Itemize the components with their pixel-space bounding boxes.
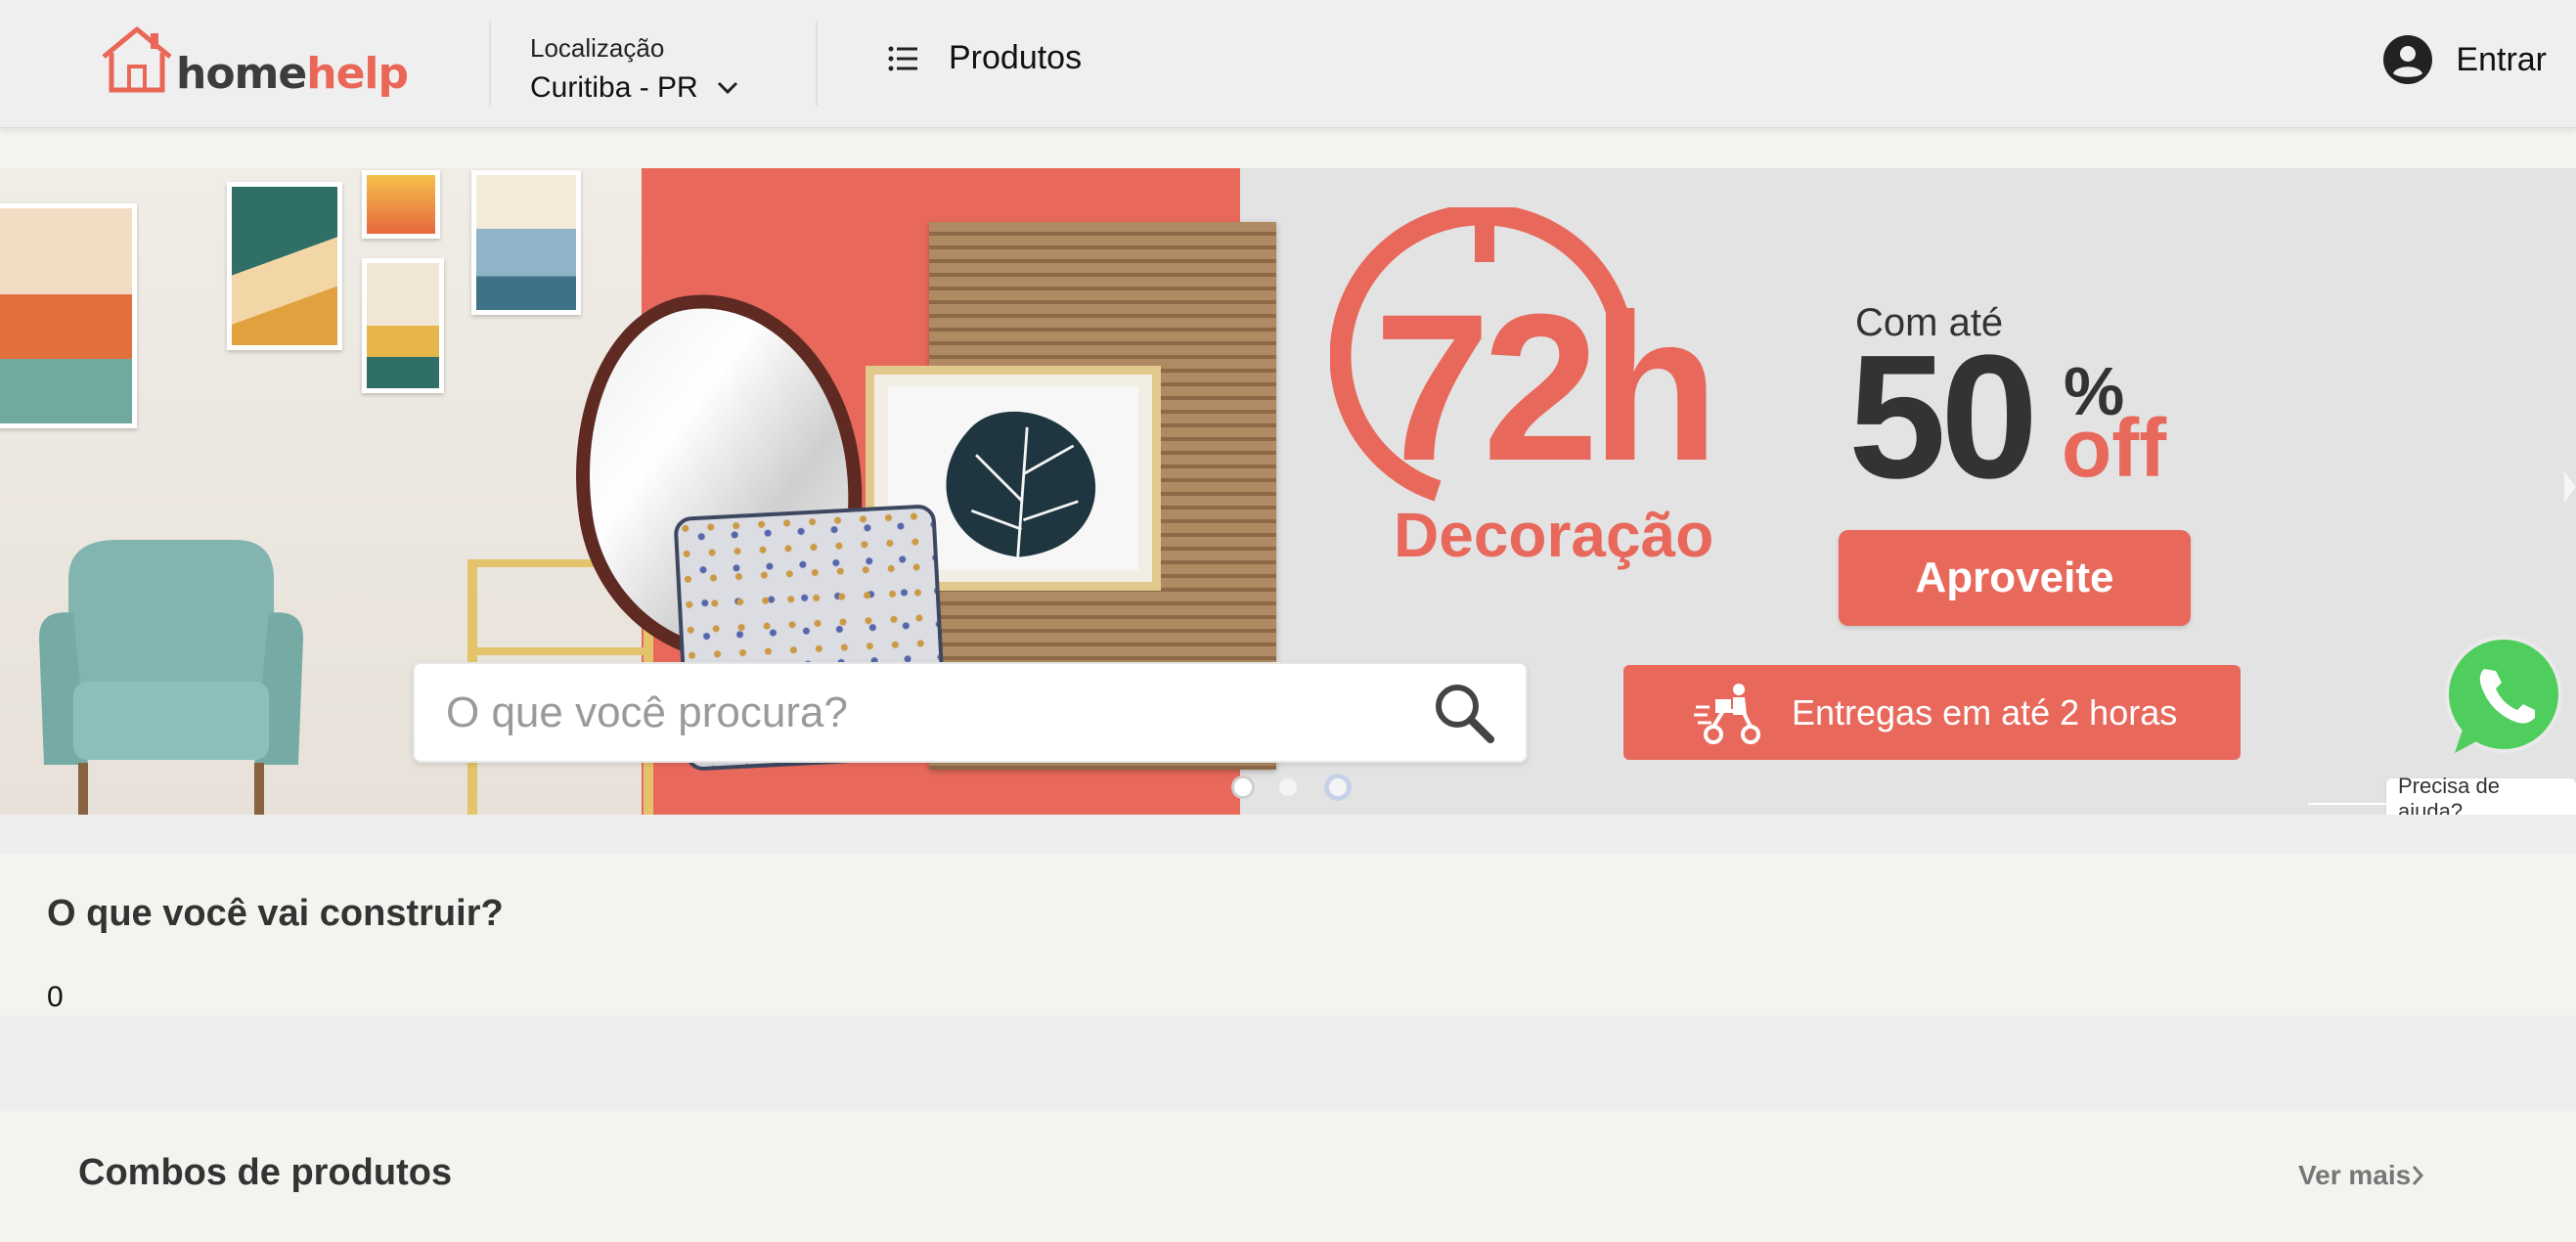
carousel-dot[interactable] <box>1234 778 1252 796</box>
wall-poster <box>227 182 342 350</box>
promo-banner[interactable]: 72h Decoração Com até 50 % off Aproveite… <box>0 168 2576 815</box>
location-label: Localização <box>530 33 665 63</box>
delivery-label: Entregas em até 2 horas <box>1792 691 2178 732</box>
whatsapp-icon <box>2445 636 2562 753</box>
header-divider <box>816 22 818 106</box>
login-button[interactable]: Entrar <box>2383 35 2547 84</box>
user-circle-icon <box>2383 35 2433 84</box>
discount-value: 50 <box>1848 319 2038 515</box>
whatsapp-tooltip-line <box>2308 803 2386 805</box>
wall-poster <box>362 170 440 239</box>
delivery-moto-icon <box>1694 683 1760 744</box>
logo-text: homehelp <box>176 49 409 99</box>
search-icon[interactable] <box>1434 683 1494 743</box>
house-logo-icon <box>102 26 172 93</box>
combos-section: Combos de produtos Ver mais <box>0 1111 2576 1242</box>
build-section: O que você vai construir? 0 <box>0 854 2576 1015</box>
header-divider <box>489 22 491 106</box>
promo-category: Decoração <box>1394 500 1714 570</box>
location-selector[interactable]: Localização Curitiba - PR <box>530 33 738 105</box>
carousel-dots <box>1234 774 1379 801</box>
carousel-dot[interactable] <box>1279 778 1297 796</box>
wall-poster <box>362 258 444 393</box>
whatsapp-help-tooltip[interactable]: Precisa de ajuda? <box>2386 774 2576 823</box>
see-more-label: Ver mais <box>2298 1160 2412 1190</box>
chevron-down-icon <box>717 81 738 95</box>
armchair-image <box>39 540 303 815</box>
discount-suffix: off <box>2062 402 2167 494</box>
chevron-right-icon <box>2413 1166 2424 1185</box>
whatsapp-button[interactable] <box>2437 634 2566 763</box>
wall-poster <box>471 170 581 315</box>
carousel-dot[interactable] <box>1324 774 1352 801</box>
aproveite-button[interactable]: Aproveite <box>1839 530 2191 626</box>
build-section-count: 0 <box>47 981 64 1013</box>
top-header: homehelp Localização Curitiba - PR Produ… <box>0 0 2576 128</box>
products-label: Produtos <box>949 39 1083 76</box>
delivery-banner-button[interactable]: Entregas em até 2 horas <box>1623 665 2241 760</box>
search-bar <box>413 662 1528 763</box>
location-value: Curitiba - PR <box>530 71 698 104</box>
combos-section-title: Combos de produtos <box>78 1152 453 1193</box>
wall-poster <box>0 203 137 428</box>
carousel-next-arrow[interactable] <box>2564 471 2576 503</box>
section-spacer <box>0 815 2576 854</box>
section-spacer <box>0 1015 2576 1111</box>
homehelp-logo[interactable]: homehelp <box>98 23 409 102</box>
see-more-link[interactable]: Ver mais <box>2298 1160 2424 1191</box>
list-icon <box>888 46 917 70</box>
products-menu-button[interactable]: Produtos <box>888 39 1082 77</box>
search-input[interactable] <box>446 688 1434 737</box>
promo-hours: 72h <box>1374 271 1719 505</box>
build-section-title: O que você vai construir? <box>47 893 504 934</box>
login-label: Entrar <box>2456 40 2547 78</box>
